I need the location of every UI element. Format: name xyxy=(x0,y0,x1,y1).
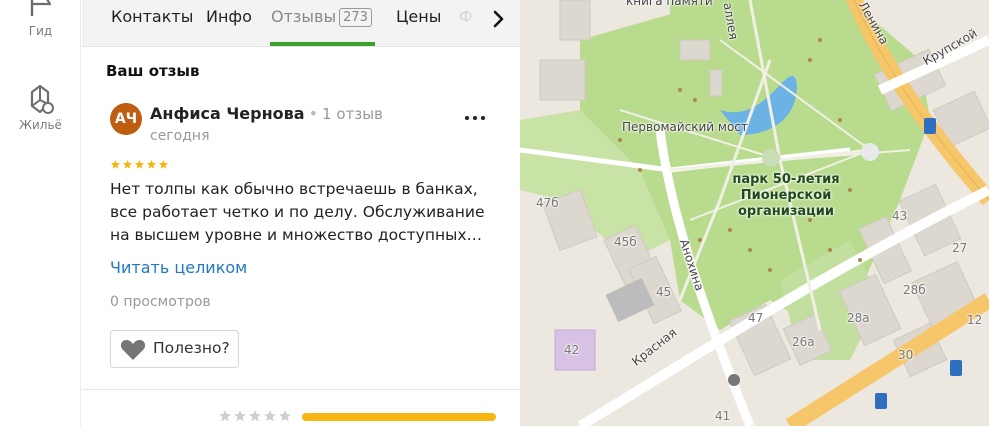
house-number: 47б xyxy=(536,196,559,210)
star-icon xyxy=(249,410,261,422)
review-author[interactable]: Анфиса Чернова xyxy=(150,104,305,123)
house-number: 28а xyxy=(847,311,870,325)
reviews-count-badge: 273 xyxy=(339,8,372,27)
tabs-next-button[interactable] xyxy=(486,8,510,32)
rating-summary-stars xyxy=(218,409,292,423)
useful-button[interactable]: Полезно? xyxy=(110,330,239,368)
park-label-line: организации xyxy=(737,204,835,219)
review-text-line: на высшем уровне и множество доступных… xyxy=(110,226,483,244)
star-icon xyxy=(219,410,231,422)
chevron-right-icon xyxy=(493,10,504,28)
review-text: Нет толпы как обычно встречаешь в банках… xyxy=(110,178,485,247)
star-icon xyxy=(110,159,121,169)
tab-reviews-label: Отзывы xyxy=(271,7,337,26)
author-reviews-count: 1 отзыв xyxy=(322,105,383,123)
map-label-bridge: Первомайский мост xyxy=(622,120,748,134)
active-tab-indicator xyxy=(270,42,375,46)
park-label-line: Пионерской xyxy=(740,188,832,203)
review-author-line: Анфиса Чернова • 1 отзыв xyxy=(150,104,383,123)
house-number: 47 xyxy=(748,311,764,325)
house-number: 27 xyxy=(952,241,968,255)
map-label-memory-book: книга памяти xyxy=(626,0,713,8)
house-number: 26а xyxy=(792,335,815,349)
rail-housing-label: Жильё xyxy=(19,118,62,132)
star-icon xyxy=(264,410,276,422)
map[interactable]: книга памяти Первомайский мост парк 50-л… xyxy=(520,0,989,426)
more-dots-icon xyxy=(465,116,485,120)
house-number: 42 xyxy=(564,343,580,357)
separator-dot: • xyxy=(308,104,319,123)
star-icon xyxy=(146,159,157,169)
house-number: 43 xyxy=(892,209,908,223)
house-number: 45 xyxy=(656,285,672,299)
review-stars xyxy=(110,159,169,170)
house-number: 45б xyxy=(614,235,637,249)
star-icon xyxy=(134,159,145,169)
tab-reviews[interactable]: Отзывы 273 xyxy=(271,7,372,28)
rail-item-housing[interactable]: Жильё xyxy=(0,84,81,132)
house-number: 12 xyxy=(967,313,983,327)
house-number: 41 xyxy=(715,409,731,423)
star-icon xyxy=(122,159,133,169)
views-count: 0 просмотров xyxy=(110,294,211,310)
app-root: Гид Жильё Контакты Инфо Отзывы273 Цены Ф xyxy=(0,0,989,426)
review-date: сегодня xyxy=(150,128,210,144)
read-more-link[interactable]: Читать целиком xyxy=(110,258,247,277)
section-title: Ваш отзыв xyxy=(106,62,200,80)
rating-distribution-bar xyxy=(302,413,496,421)
star-icon xyxy=(234,410,246,422)
flag-icon xyxy=(30,0,51,16)
divider xyxy=(82,389,520,390)
house-number: 30 xyxy=(898,348,914,362)
house-number: 28б xyxy=(903,283,926,297)
business-panel: Контакты Инфо Отзывы273 Цены Ф Ваш отзыв… xyxy=(82,0,520,426)
rail-guide-label: Гид xyxy=(28,24,53,38)
park-label-line: парк 50-летия xyxy=(732,172,840,187)
avatar[interactable]: АЧ xyxy=(110,103,142,135)
useful-label: Полезно? xyxy=(153,339,230,357)
star-icon xyxy=(158,159,169,169)
housing-icon xyxy=(30,84,54,114)
tab-prices[interactable]: Цены xyxy=(396,7,441,26)
tabs-bar: Контакты Инфо Отзывы273 Цены Ф xyxy=(82,0,520,47)
left-rail: Гид Жильё xyxy=(0,0,81,426)
map-label-park[interactable]: парк 50-летия Пионерской организации xyxy=(721,172,851,220)
tab-contacts[interactable]: Контакты xyxy=(111,7,193,26)
heart-icon xyxy=(120,340,146,360)
rail-item-guide[interactable]: Гид xyxy=(0,0,81,38)
star-icon xyxy=(279,410,291,422)
more-options-button[interactable] xyxy=(463,108,487,128)
review-text-line: все работает четко и по делу. Обслуживан… xyxy=(110,203,485,221)
review-text-line: Нет толпы как обычно встречаешь в банках… xyxy=(110,180,478,198)
tab-info[interactable]: Инфо xyxy=(206,7,252,26)
